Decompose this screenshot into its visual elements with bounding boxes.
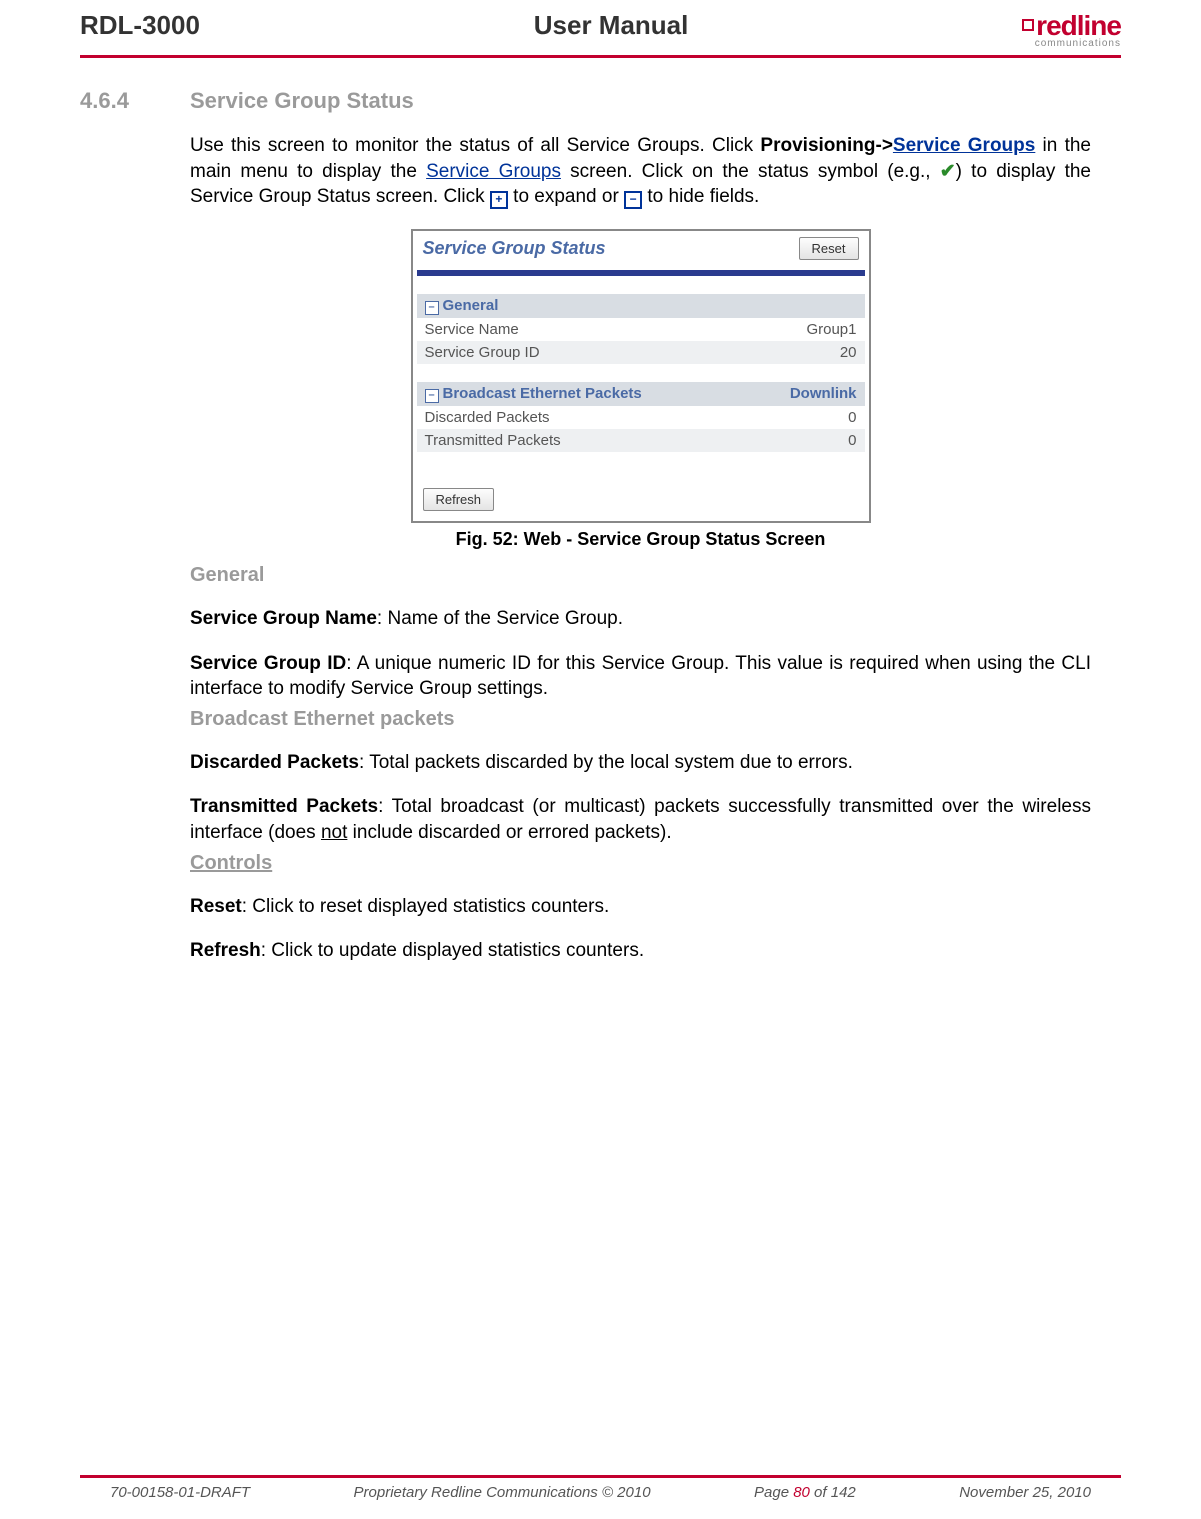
row-label: Transmitted Packets [425, 432, 561, 449]
def-refresh: Refresh: Click to update displayed stati… [190, 938, 1091, 964]
term-text-b: include discarded or errored packets). [347, 822, 671, 843]
term: Service Group ID [190, 653, 346, 674]
page-label: Page [754, 1484, 793, 1501]
term: Discarded Packets [190, 752, 359, 773]
row-value: 0 [848, 409, 856, 426]
collapse-toggle-icon[interactable]: – [425, 301, 439, 315]
section-broadcast-col: Downlink [790, 385, 857, 403]
def-service-group-id: Service Group ID: A unique numeric ID fo… [190, 651, 1091, 702]
footer-divider [80, 1475, 1121, 1478]
footer-date: November 25, 2010 [959, 1484, 1091, 1501]
term-text: : Click to update displayed statistics c… [261, 940, 644, 961]
screenshot-title: Service Group Status [423, 238, 606, 259]
section-number: 4.6.4 [80, 88, 150, 114]
heading-general: General [190, 564, 1091, 587]
term: Transmitted Packets [190, 796, 378, 817]
section-general-label: General [443, 297, 499, 314]
row-value: 20 [840, 344, 857, 361]
section-title: Service Group Status [190, 88, 414, 114]
row-value: Group1 [806, 321, 856, 338]
term: Refresh [190, 940, 261, 961]
screenshot-section-general[interactable]: –General [417, 294, 865, 318]
checkmark-icon: ✔ [940, 161, 956, 182]
table-row: Service Name Group1 [417, 318, 865, 341]
section-broadcast-label: Broadcast Ethernet Packets [443, 385, 642, 402]
expand-icon: + [490, 191, 508, 209]
refresh-button[interactable]: Refresh [423, 488, 495, 511]
row-label: Discarded Packets [425, 409, 550, 426]
doc-title: User Manual [534, 10, 689, 41]
not-underline: not [321, 822, 347, 843]
term: Service Group Name [190, 608, 377, 629]
def-reset: Reset: Click to reset displayed statisti… [190, 894, 1091, 920]
term: Reset [190, 896, 242, 917]
footer-copyright: Proprietary Redline Communications © 201… [354, 1484, 651, 1501]
page-number: 80 [793, 1484, 810, 1501]
intro-text-6: to hide fields. [642, 186, 759, 207]
link-service-groups-screen[interactable]: Service Groups [426, 161, 561, 182]
table-row: Service Group ID 20 [417, 341, 865, 364]
term-text: : Total packets discarded by the local s… [359, 752, 853, 773]
redline-square-icon [1022, 19, 1034, 31]
menu-path-start: Provisioning-> [760, 135, 893, 156]
logo-word: redline [1036, 10, 1121, 41]
def-transmitted-packets: Transmitted Packets: Total broadcast (or… [190, 794, 1091, 845]
heading-controls: Controls [190, 852, 1091, 875]
footer-page: Page 80 of 142 [754, 1484, 856, 1501]
def-service-group-name: Service Group Name: Name of the Service … [190, 606, 1091, 632]
row-value: 0 [848, 432, 856, 449]
def-discarded-packets: Discarded Packets: Total packets discard… [190, 750, 1091, 776]
intro-text-5: to expand or [508, 186, 624, 207]
menu-service-groups[interactable]: Service Groups [893, 135, 1035, 156]
brand-logo: redline communications [1022, 10, 1121, 51]
header-divider [80, 55, 1121, 58]
row-label: Service Name [425, 321, 519, 338]
page-total: of 142 [810, 1484, 856, 1501]
heading-broadcast: Broadcast Ethernet packets [190, 708, 1091, 731]
screenshot-section-broadcast[interactable]: –Broadcast Ethernet Packets Downlink [417, 382, 865, 406]
logo-subtext: communications [1022, 38, 1121, 49]
screenshot-divider [417, 270, 865, 276]
intro-text-3: screen. Click on the status symbol (e.g.… [561, 161, 940, 182]
term-text: : Name of the Service Group. [377, 608, 623, 629]
table-row: Transmitted Packets 0 [417, 429, 865, 452]
figure-caption: Fig. 52: Web - Service Group Status Scre… [190, 529, 1091, 550]
row-label: Service Group ID [425, 344, 540, 361]
screenshot-panel: Service Group Status Reset –General Serv… [411, 229, 871, 523]
intro-text: Use this screen to monitor the status of… [190, 135, 760, 156]
footer-doc-id: 70-00158-01-DRAFT [110, 1484, 250, 1501]
table-row: Discarded Packets 0 [417, 406, 865, 429]
reset-button[interactable]: Reset [799, 237, 859, 260]
intro-paragraph: Use this screen to monitor the status of… [190, 133, 1091, 210]
doc-model: RDL-3000 [80, 10, 200, 41]
collapse-toggle-icon[interactable]: – [425, 389, 439, 403]
collapse-icon: − [624, 191, 642, 209]
term-text: : Click to reset displayed statistics co… [242, 896, 609, 917]
